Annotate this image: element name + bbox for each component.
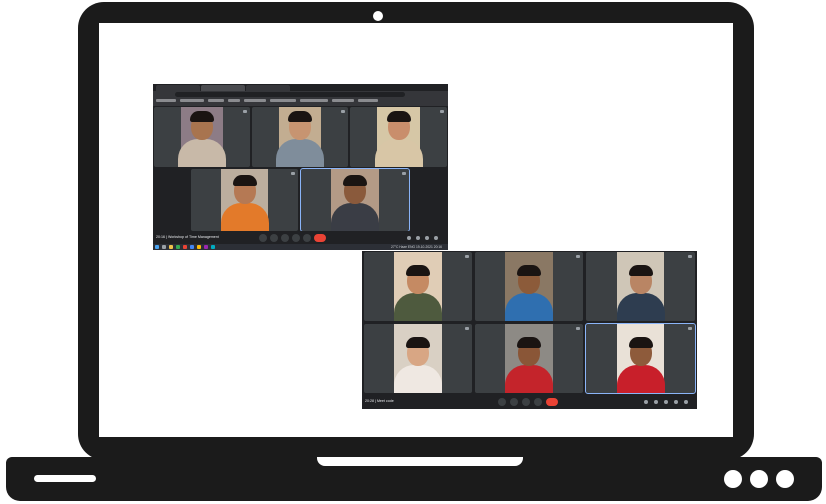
mic-icon[interactable] [498, 398, 506, 406]
video-tile[interactable] [475, 252, 583, 321]
participant-video [331, 173, 379, 231]
bookmark-item[interactable] [228, 99, 240, 102]
participant-video [616, 335, 665, 393]
bookmark-item[interactable] [358, 99, 378, 102]
video-tile-active-speaker[interactable] [585, 323, 696, 394]
browser-tab[interactable] [246, 85, 290, 91]
folder-icon[interactable] [169, 245, 173, 249]
video-tile[interactable] [364, 252, 472, 321]
browser-tab-active[interactable] [201, 85, 245, 91]
indicator-dot [724, 470, 742, 488]
video-tile[interactable] [350, 107, 447, 167]
video-tile[interactable] [154, 107, 250, 167]
mic-icon[interactable] [259, 234, 267, 242]
participant-video [178, 109, 226, 167]
meet-window-bottom: 20:28 | Meet code [362, 251, 697, 409]
meeting-info: 20:28 | Meet code [365, 399, 394, 403]
bookmark-item[interactable] [332, 99, 354, 102]
participant-video [505, 263, 553, 321]
participant-video [276, 109, 324, 167]
participant-video [374, 109, 423, 167]
more-options-icon[interactable] [465, 255, 469, 258]
participant-video [220, 173, 269, 231]
meet-control-bar: 20:28 | Meet code [362, 395, 697, 409]
video-tile[interactable] [364, 324, 472, 393]
bookmark-item[interactable] [180, 99, 204, 102]
video-icon[interactable] [510, 398, 518, 406]
people-icon[interactable] [416, 236, 420, 240]
app-icon[interactable] [211, 245, 215, 249]
info-icon[interactable] [407, 236, 411, 240]
laptop-hinge [317, 457, 523, 466]
end-call-icon[interactable] [314, 234, 326, 242]
video-tile[interactable] [252, 107, 348, 167]
app-icon[interactable] [190, 245, 194, 249]
activities-icon[interactable] [674, 400, 678, 404]
browser-icon[interactable] [197, 245, 201, 249]
more-options-icon[interactable] [243, 110, 247, 113]
participant-video [616, 263, 665, 321]
more-options-icon[interactable] [291, 172, 295, 175]
people-icon[interactable] [654, 400, 658, 404]
bookmark-item[interactable] [300, 99, 328, 102]
video-tile[interactable] [586, 252, 695, 321]
laptop-base [6, 457, 822, 501]
app-icon[interactable] [204, 245, 208, 249]
participant-video [394, 335, 442, 393]
browser-tab[interactable] [156, 85, 200, 91]
chat-icon[interactable] [425, 236, 429, 240]
present-icon[interactable] [292, 234, 300, 242]
meet-window-top: 20:16 | Workshop of Time Management 27°C… [153, 84, 448, 250]
more-options-icon[interactable] [688, 327, 692, 330]
meeting-info: 20:16 | Workshop of Time Management [156, 235, 219, 239]
more-options-icon[interactable] [402, 172, 406, 175]
more-options-icon[interactable] [576, 255, 580, 258]
captions-icon[interactable] [281, 234, 289, 242]
app-icon[interactable] [176, 245, 180, 249]
video-tile[interactable] [475, 324, 583, 393]
video-tile-active-speaker[interactable] [300, 168, 410, 232]
taskbar-clock: 27°C Haze ENG 19-10-2021 20:16 [391, 245, 442, 249]
participant-video [394, 263, 442, 321]
webcam-icon [371, 9, 385, 23]
more-options-icon[interactable] [688, 255, 692, 258]
start-icon[interactable] [155, 245, 159, 249]
info-icon[interactable] [644, 400, 648, 404]
indicator-dot [750, 470, 768, 488]
more-options-icon[interactable] [576, 327, 580, 330]
browser-chrome [153, 84, 448, 106]
end-call-icon[interactable] [546, 398, 558, 406]
more-icon[interactable] [303, 234, 311, 242]
activities-icon[interactable] [434, 236, 438, 240]
participant-video [505, 335, 553, 393]
more-options-icon[interactable] [465, 327, 469, 330]
bookmark-item[interactable] [208, 99, 224, 102]
chat-icon[interactable] [664, 400, 668, 404]
address-bar[interactable] [175, 92, 405, 97]
bookmark-item[interactable] [244, 99, 266, 102]
indicator-dot [776, 470, 794, 488]
more-icon[interactable] [534, 398, 542, 406]
bookmark-item[interactable] [270, 99, 296, 102]
video-icon[interactable] [270, 234, 278, 242]
laptop-slot [34, 475, 96, 482]
more-options-icon[interactable] [341, 110, 345, 113]
bookmark-item[interactable] [156, 99, 176, 102]
more-options-icon[interactable] [440, 110, 444, 113]
tab-strip [153, 84, 448, 91]
search-icon[interactable] [162, 245, 166, 249]
captions-icon[interactable] [522, 398, 530, 406]
os-taskbar: 27°C Haze ENG 19-10-2021 20:16 [153, 244, 448, 250]
settings-icon[interactable] [684, 400, 688, 404]
video-tile[interactable] [191, 169, 298, 231]
meet-control-bar: 20:16 | Workshop of Time Management [153, 231, 448, 245]
app-icon[interactable] [183, 245, 187, 249]
